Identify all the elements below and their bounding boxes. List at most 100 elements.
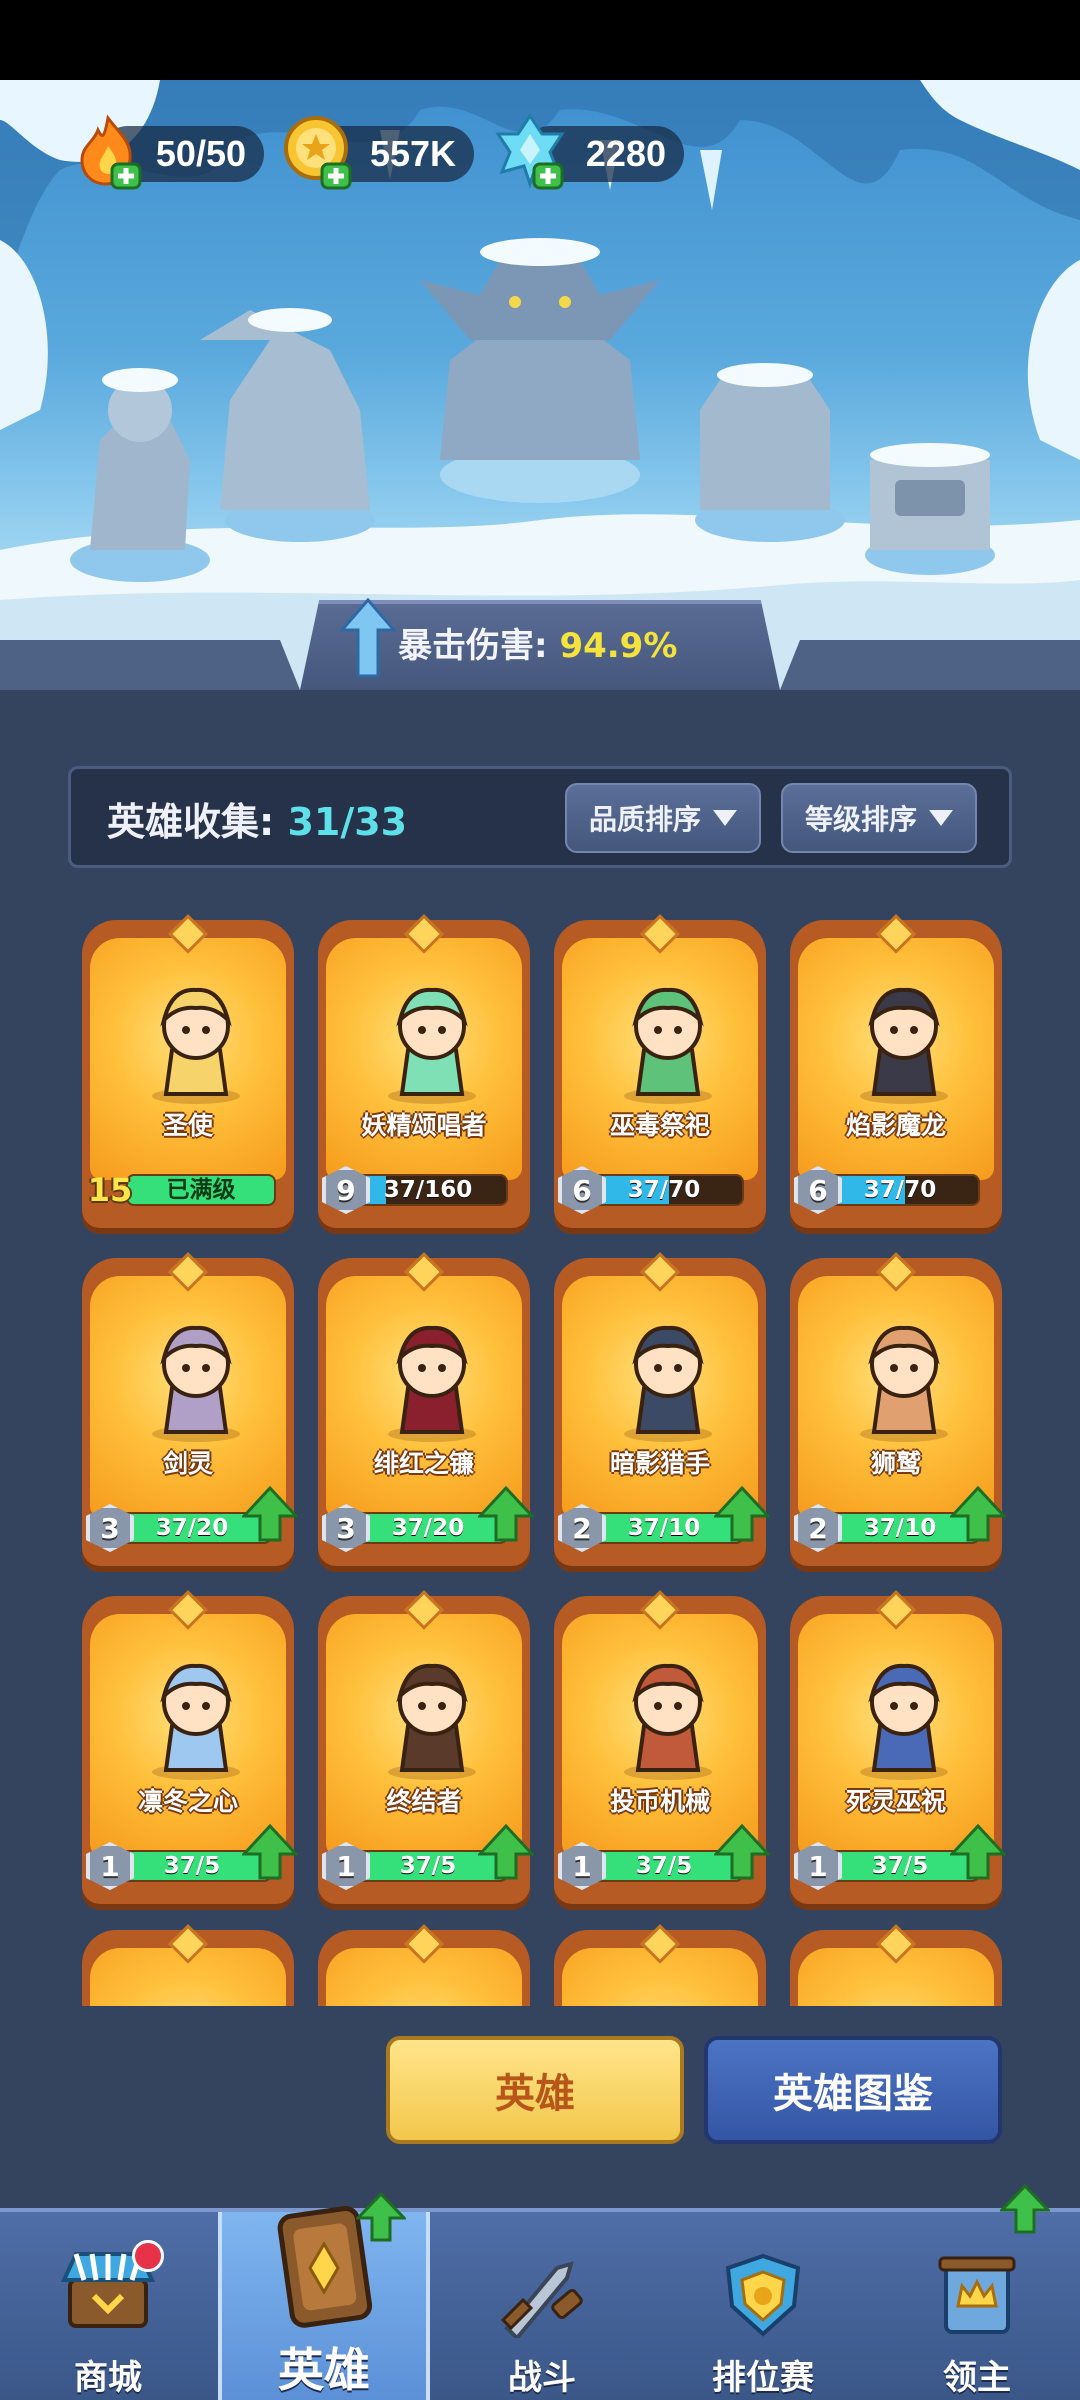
hero-atlas-tab-button[interactable]: 英雄图鉴 [704, 2036, 1002, 2144]
gem-value: 2280 [585, 133, 666, 174]
hero-name: 死灵巫祝 [845, 1787, 946, 1816]
hero-card-face [562, 1276, 758, 1518]
hero-card-partial[interactable] [82, 1920, 294, 2006]
hero-card[interactable]: 死灵巫祝 37/5 1 [790, 1586, 1006, 1906]
nav-item-lord[interactable]: 领主 [874, 2184, 1080, 2400]
hero-card[interactable]: 焰影魔龙 37/70 6 [790, 910, 1002, 1230]
upgrade-available-arrow-icon [950, 1486, 1006, 1542]
hero-portrait-icon [388, 1325, 476, 1442]
collection-label: 英雄收集: 31/33 [107, 791, 407, 846]
hero-card[interactable]: 投币机械 37/5 1 [554, 1586, 770, 1906]
nav-label-ranked: 排位赛 [712, 2358, 814, 2398]
upgrade-available-arrow-icon [714, 1824, 770, 1880]
hero-tab-label: 英雄 [495, 2071, 575, 2117]
hero-collection-header: 英雄收集: 31/33 品质排序 等级排序 [68, 766, 1012, 868]
hero-card[interactable]: 暗影猎手 37/10 2 [554, 1248, 770, 1568]
crit-damage-value: 94.9% [559, 626, 678, 666]
hero-card[interactable]: 妖精颂唱者 37/160 9 [318, 910, 530, 1230]
hero-name: 投币机械 [609, 1787, 710, 1816]
hero-card-partial[interactable] [554, 1920, 766, 2006]
hero-card[interactable]: 巫毒祭祀 37/70 6 [554, 910, 766, 1230]
hero-name: 剑灵 [162, 1449, 213, 1478]
hero-name: 妖精颂唱者 [361, 1111, 487, 1140]
nav-item-battle[interactable]: 战斗 [432, 2212, 652, 2400]
nav-label-lord: 领主 [943, 2358, 1011, 2398]
hero-card-face [90, 1276, 286, 1518]
hero-name: 焰影魔龙 [845, 1111, 946, 1140]
upgrade-available-arrow-icon [478, 1486, 534, 1542]
hero-shard-progress: 37/70 [820, 1174, 980, 1206]
nav-label-shop: 商城 [74, 2358, 142, 2398]
hero-shard-count: 37/70 [627, 1177, 701, 1203]
hero-shard-count: 已满级 [166, 1177, 236, 1203]
hero-portrait-icon [624, 1325, 712, 1442]
sort-by-quality-button[interactable]: 品质排序 [565, 783, 761, 853]
hero-card[interactable]: 狮鹫 37/10 2 [790, 1248, 1006, 1568]
energy-flame-add-icon[interactable] [70, 112, 148, 190]
hero-card[interactable]: 剑灵 37/20 3 [82, 1248, 298, 1568]
hero-upgrade-arrow-icon [356, 2192, 406, 2242]
hero-portrait-icon [624, 1663, 712, 1780]
hero-card-face [798, 1614, 994, 1856]
upgrade-available-arrow-icon [242, 1824, 298, 1880]
upgrade-available-arrow-icon [950, 1824, 1006, 1880]
crit-up-arrow-icon [338, 598, 398, 678]
hero-portrait-icon [152, 1325, 240, 1442]
hero-portrait-icon [152, 1663, 240, 1780]
collection-count: 31/33 [287, 800, 408, 844]
hero-name: 绯红之镰 [373, 1449, 474, 1478]
hero-card-partial[interactable] [318, 1920, 530, 2006]
hero-shard-count: 37/70 [863, 1177, 937, 1203]
dropdown-triangle-icon [929, 810, 953, 826]
hero-portrait-icon [860, 1325, 948, 1442]
gold-coin-add-icon[interactable] [280, 112, 358, 190]
nav-label-battle: 战斗 [508, 2358, 576, 2398]
energy-value: 50/50 [155, 133, 246, 174]
sort-by-level-button[interactable]: 等级排序 [781, 783, 977, 853]
bottom-navigation: 商城 英雄 战斗 排位赛 领主 [0, 2184, 1080, 2400]
hero-name: 凛冬之心 [137, 1787, 238, 1816]
lord-icon [938, 2256, 1016, 2334]
hero-card[interactable]: 凛冬之心 37/5 1 [82, 1586, 298, 1906]
hero-name: 巫毒祭祀 [609, 1111, 710, 1140]
hero-name: 终结者 [386, 1787, 462, 1816]
nav-item-shop[interactable]: 商城 [0, 2212, 216, 2400]
hero-card-face [90, 1614, 286, 1856]
nav-item-ranked[interactable]: 排位赛 [654, 2212, 872, 2400]
hero-card-face [562, 938, 758, 1180]
sort-quality-label: 品质排序 [588, 803, 701, 836]
hero-card-face [562, 1614, 758, 1856]
upgrade-available-arrow-icon [478, 1824, 534, 1880]
hero-card-face [90, 938, 286, 1180]
hero-atlas-tab-label: 英雄图鉴 [773, 2071, 933, 2117]
nav-item-hero[interactable]: 英雄 [218, 2192, 430, 2400]
hero-shard-progress: 37/70 [584, 1174, 744, 1206]
hero-portrait-icon [152, 987, 240, 1104]
hero-tab-button[interactable]: 英雄 [386, 2036, 684, 2144]
hero-card[interactable]: 绯红之镰 37/20 3 [318, 1248, 534, 1568]
hero-portrait-icon [388, 1663, 476, 1780]
hero-name: 狮鹫 [870, 1449, 921, 1478]
crit-damage-label: 暴击伤害: [398, 626, 548, 666]
battle-icon [500, 2261, 583, 2338]
dropdown-triangle-icon [713, 810, 737, 826]
hero-card-face [326, 1276, 522, 1518]
crystal-add-icon[interactable] [492, 112, 570, 190]
hero-card-face [326, 1614, 522, 1856]
hero-card-face [326, 938, 522, 1180]
hero-card-face [798, 938, 994, 1180]
sort-level-label: 等级排序 [804, 803, 917, 836]
hero-card[interactable]: 圣使 已满级 15 [82, 910, 294, 1230]
upgrade-available-arrow-icon [242, 1486, 298, 1542]
hero-portrait-icon [624, 987, 712, 1104]
hero-card[interactable]: 终结者 37/5 1 [318, 1586, 534, 1906]
hero-card-partial[interactable] [790, 1920, 1002, 2006]
hero-name: 暗影猎手 [609, 1449, 710, 1478]
ranked-icon [725, 2253, 801, 2337]
gold-value: 557K [369, 133, 456, 174]
hero-shard-progress: 37/160 [348, 1174, 508, 1206]
hero-shard-progress: 已满级 [126, 1174, 276, 1206]
hero-grid: 圣使 已满级 15 妖精颂唱者 37/160 9 巫毒祭祀 37/70 6 焰影… [0, 900, 1080, 2006]
hero-portrait-icon [860, 987, 948, 1104]
hero-level-badge: 15 [87, 1171, 133, 1209]
